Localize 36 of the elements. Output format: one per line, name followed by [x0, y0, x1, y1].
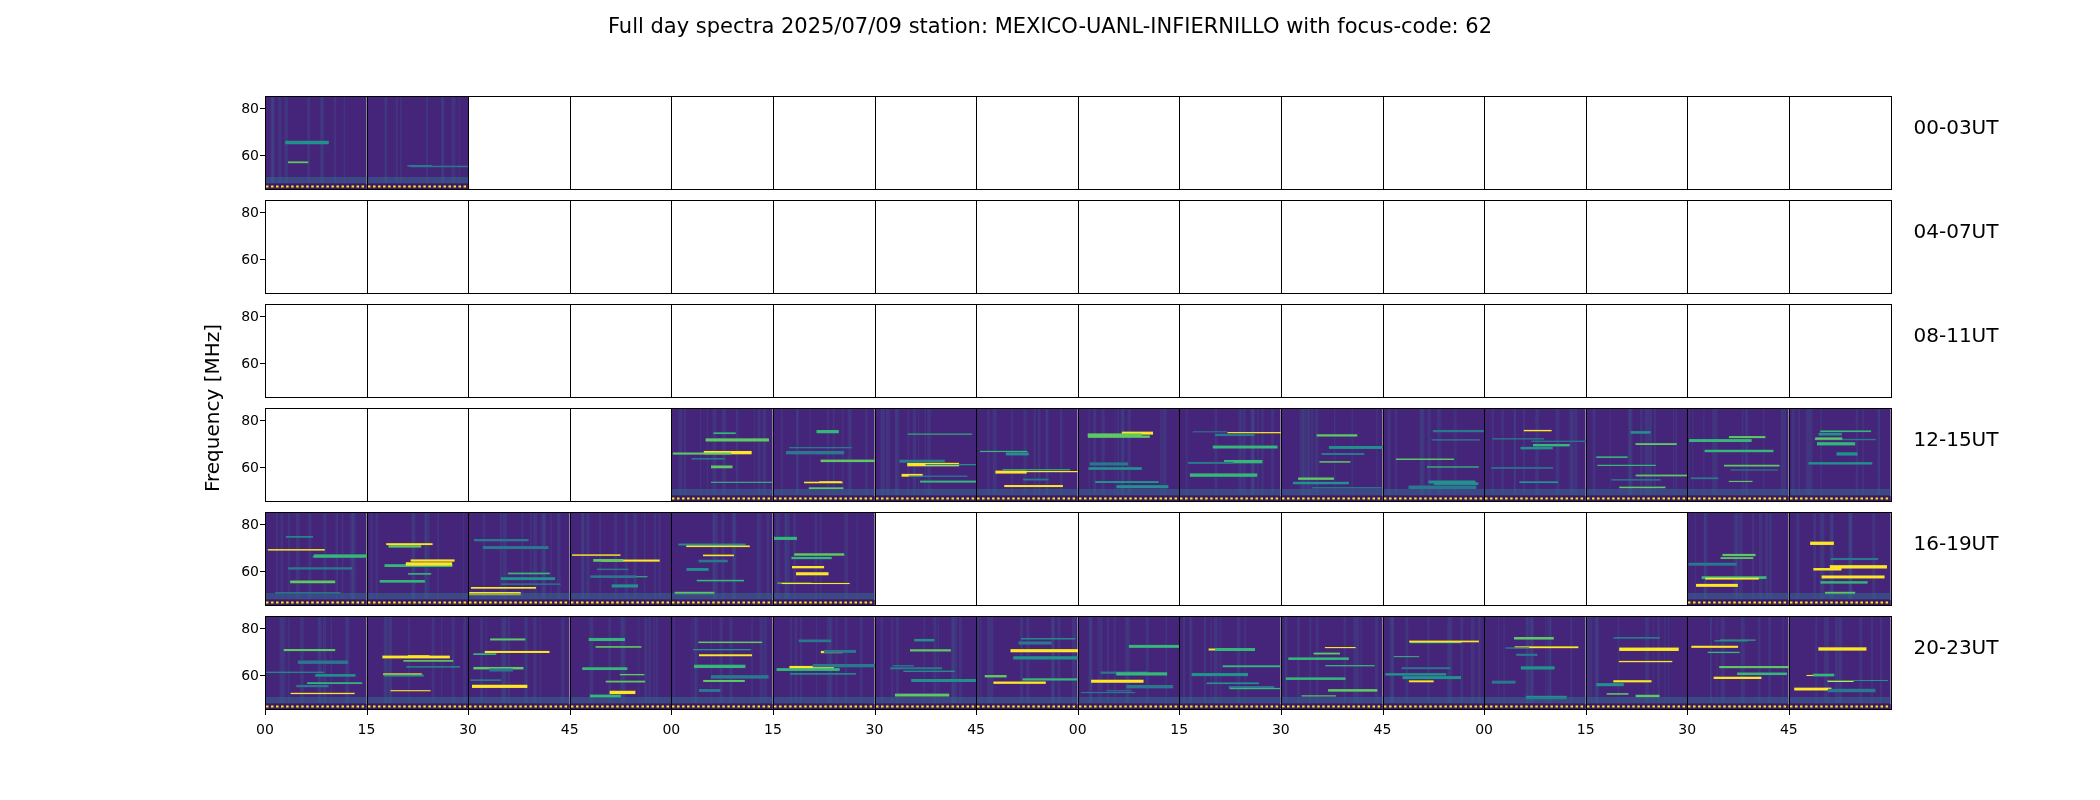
y-tick-label: 60	[241, 563, 259, 579]
row-label: 20-23UT	[1912, 634, 1999, 659]
x-tick-label: 15	[1576, 721, 1595, 737]
y-tick-label: 80	[241, 204, 259, 220]
x-tick-label: 45	[560, 721, 579, 737]
x-tick-label: 00	[662, 721, 681, 737]
x-tick-label: 45	[967, 721, 985, 737]
row-label: 16-19UT	[1912, 530, 1999, 555]
y-tick-label: 80	[241, 100, 259, 116]
x-tick-label: 15	[357, 721, 376, 737]
x-tick-label: 45	[1373, 721, 1392, 737]
x-tick-label: 30	[865, 721, 884, 737]
x-tick-label: 00	[1475, 721, 1493, 737]
y-tick-label: 60	[241, 147, 259, 163]
x-tick-label: 00	[1068, 721, 1087, 737]
y-axis-label: Frequency [MHz]	[200, 323, 224, 493]
y-tick-label: 60	[241, 459, 259, 475]
x-tick-label: 15	[1170, 721, 1189, 737]
row-label: 04-07UT	[1912, 218, 1999, 243]
row-label: 08-11UT	[1912, 322, 1999, 347]
y-tick-label: 60	[241, 251, 259, 267]
y-tick-label: 80	[241, 620, 259, 636]
y-tick-label: 80	[241, 308, 259, 324]
y-tick-label: 80	[241, 412, 259, 428]
x-tick-label: 15	[763, 721, 782, 737]
y-tick-label: 80	[241, 516, 259, 532]
x-tick-label: 00	[256, 721, 274, 737]
row-label: 12-15UT	[1912, 426, 1999, 451]
y-tick-label: 60	[241, 667, 259, 683]
figure-title: Full day spectra 2025/07/09 station: MEXICO-UANL-INFIERNILLO with focus-code: 62	[607, 14, 1493, 38]
y-tick-label: 60	[241, 355, 259, 371]
x-tick-label: 30	[1271, 721, 1290, 737]
row-label: 00-03UT	[1912, 114, 1999, 139]
x-tick-label: 45	[1779, 721, 1798, 737]
x-tick-label: 30	[459, 721, 477, 737]
x-tick-label: 30	[1678, 721, 1697, 737]
